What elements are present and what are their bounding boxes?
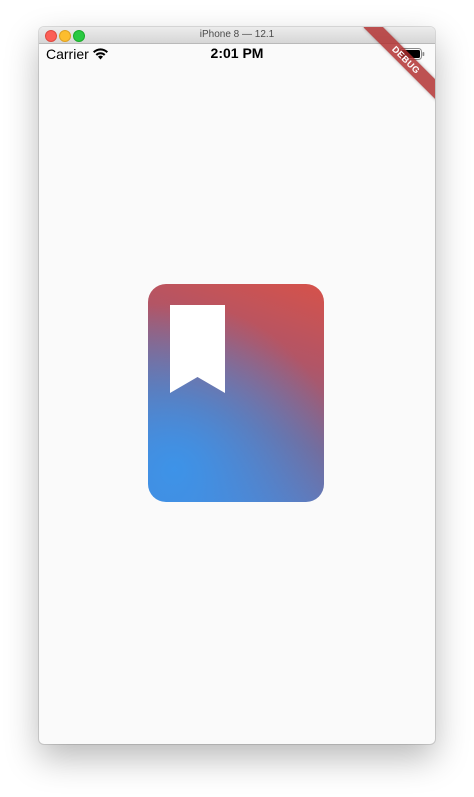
status-time: 2:01 PM bbox=[210, 45, 264, 61]
ios-status-bar: Carrier 2:01 PM bbox=[39, 44, 435, 64]
simulator-window: iPhone 8 — 12.1 Carrier 2:01 PM DEBUG bbox=[39, 27, 435, 744]
bookmark-book-icon bbox=[148, 284, 324, 502]
bookmark-ribbon-icon bbox=[170, 305, 225, 393]
